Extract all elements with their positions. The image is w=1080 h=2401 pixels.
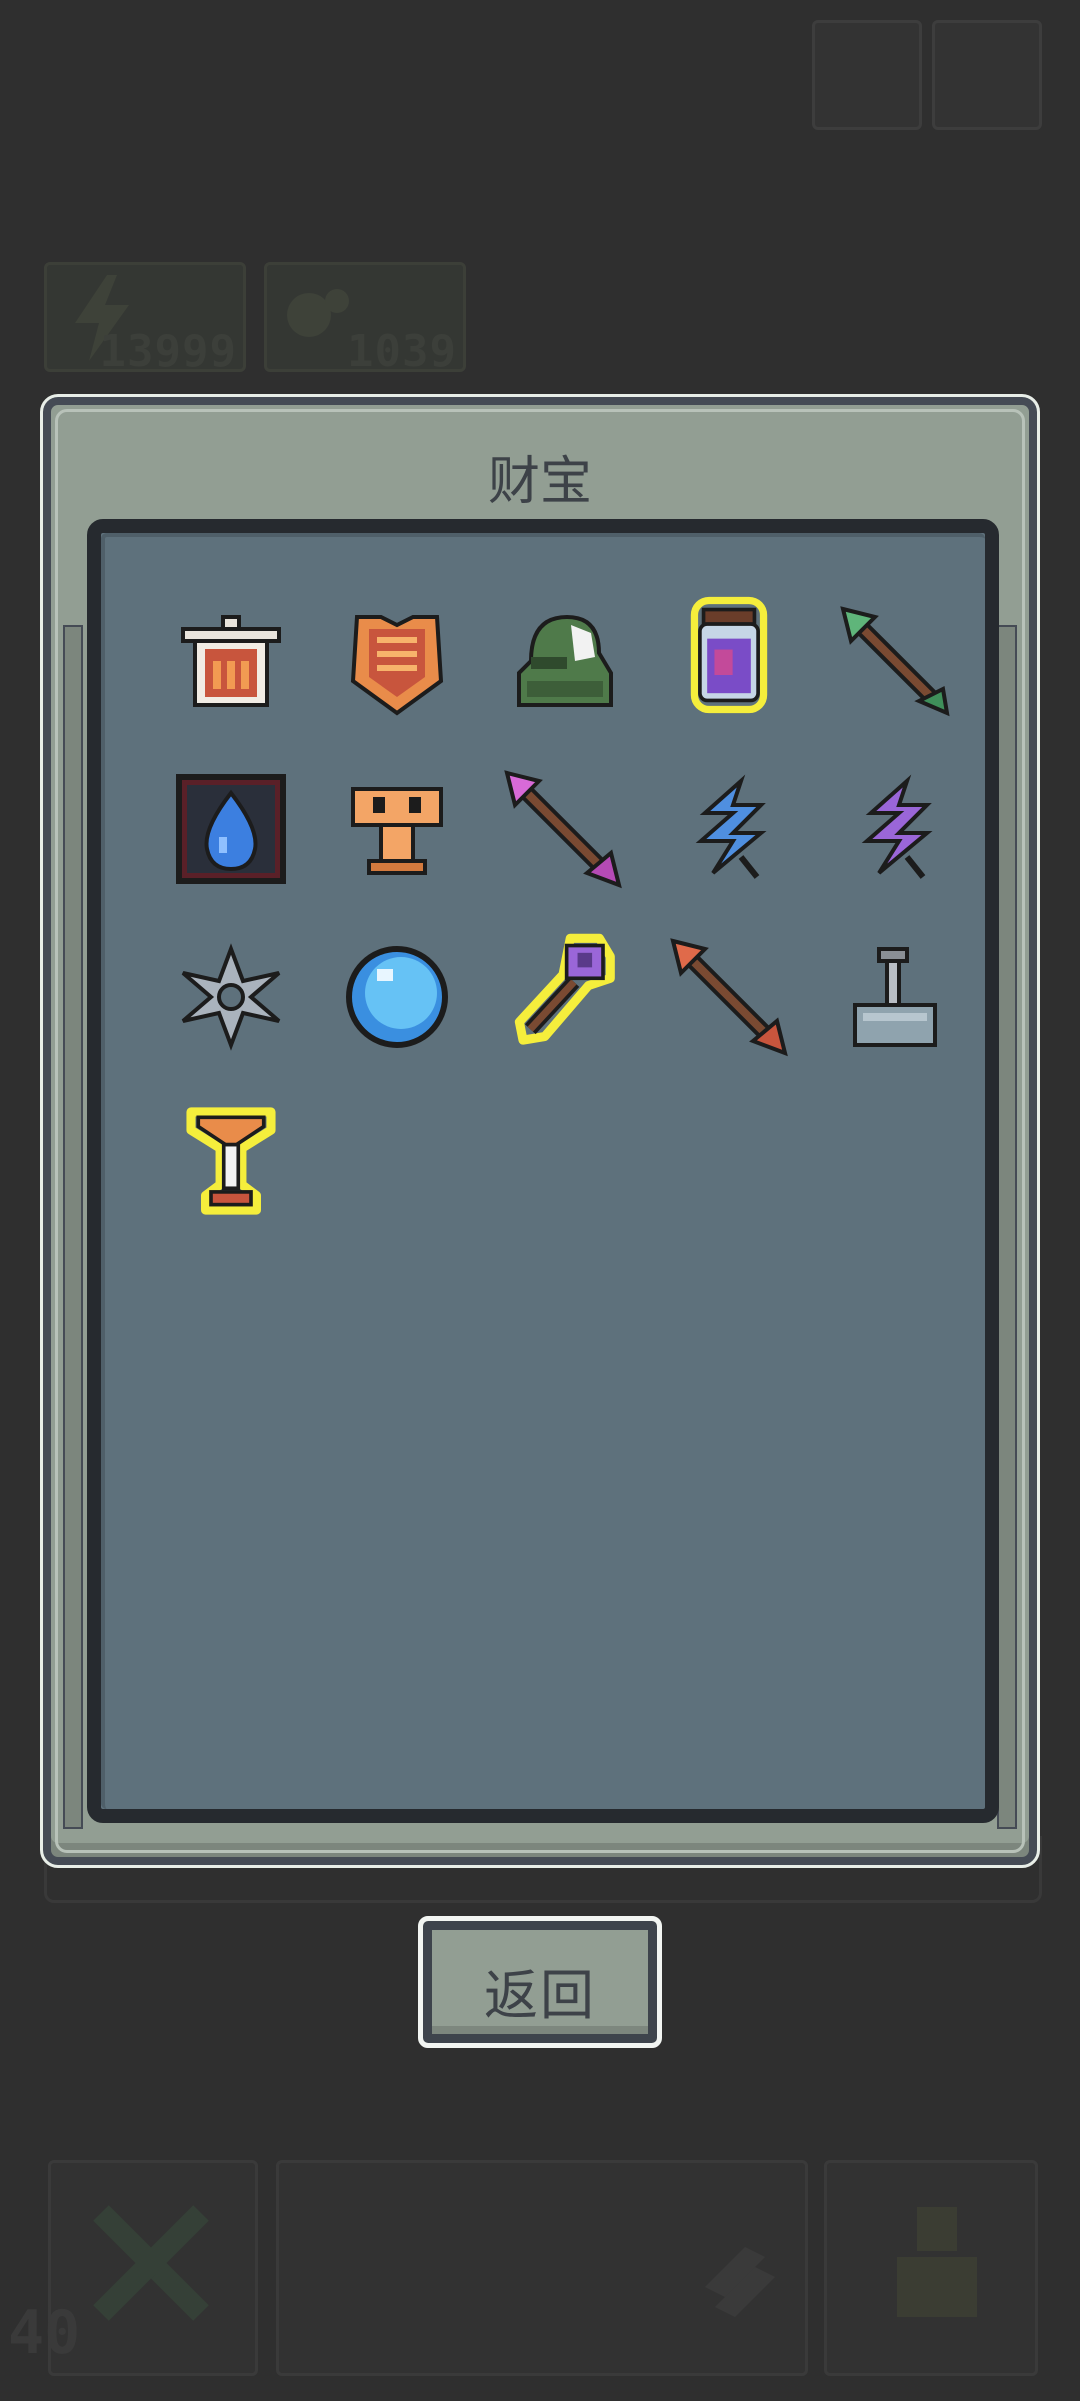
gem-stat: 1039 (264, 262, 466, 377)
left-rail (63, 625, 83, 1829)
energy-stat: 13999 (44, 262, 246, 377)
treasure-dialog: 财宝 (40, 394, 1040, 1868)
pink-arrow-icon[interactable] (503, 769, 623, 889)
blue-feather-icon[interactable] (669, 769, 789, 889)
green-helmet-icon[interactable] (503, 601, 623, 721)
bottom-slot-center (276, 2160, 808, 2376)
purple-wrench-icon[interactable] (503, 931, 623, 1051)
crossed-swords-icon (93, 2205, 209, 2321)
top-right-button-1 (812, 20, 922, 130)
top-right-button-2 (932, 20, 1042, 130)
level-number: 40 (8, 2298, 81, 2368)
right-rail (997, 625, 1017, 1829)
back-button[interactable]: 返回 (418, 1916, 662, 2048)
dialog-title: 财宝 (487, 452, 592, 512)
bottom-slot-character (824, 2160, 1038, 2376)
blue-orb-icon[interactable] (337, 937, 457, 1057)
orange-armor-icon[interactable] (337, 601, 457, 721)
skill-icon (705, 2247, 775, 2317)
green-arrow-icon[interactable] (835, 601, 955, 721)
treasure-grid-panel (87, 519, 999, 1823)
steel-shuriken-icon[interactable] (171, 937, 291, 1057)
character-icon (897, 2207, 977, 2317)
potion-jar-icon[interactable] (669, 595, 789, 715)
water-drop-tile-icon[interactable] (171, 769, 291, 889)
gem-value: 1039 (347, 326, 457, 377)
energy-value: 13999 (99, 326, 237, 377)
red-arrow-icon[interactable] (669, 937, 789, 1057)
golden-goblet-icon[interactable] (171, 1101, 291, 1221)
stone-sword-pedestal-icon[interactable] (835, 937, 955, 1057)
purple-feather-icon[interactable] (835, 769, 955, 889)
orange-totem-icon[interactable] (337, 769, 457, 889)
bucket-hat-icon[interactable] (171, 601, 291, 721)
back-button-label: 返回 (484, 1964, 596, 2027)
